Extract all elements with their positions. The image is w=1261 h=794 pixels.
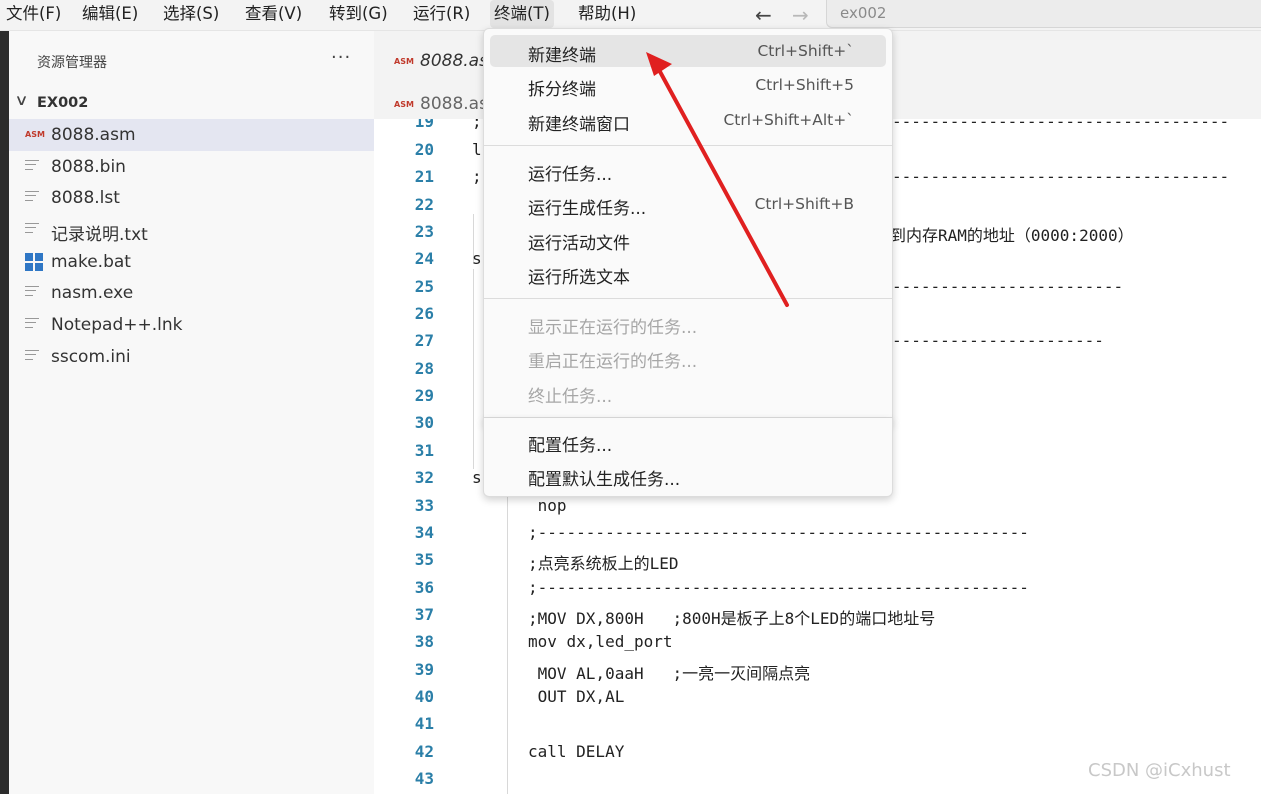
- annotation-arrow: [646, 52, 789, 307]
- annotation-arrow-shaft: [656, 66, 789, 307]
- annotation-arrow-head: [646, 52, 672, 76]
- watermark: CSDN @iCxhust: [1088, 760, 1231, 781]
